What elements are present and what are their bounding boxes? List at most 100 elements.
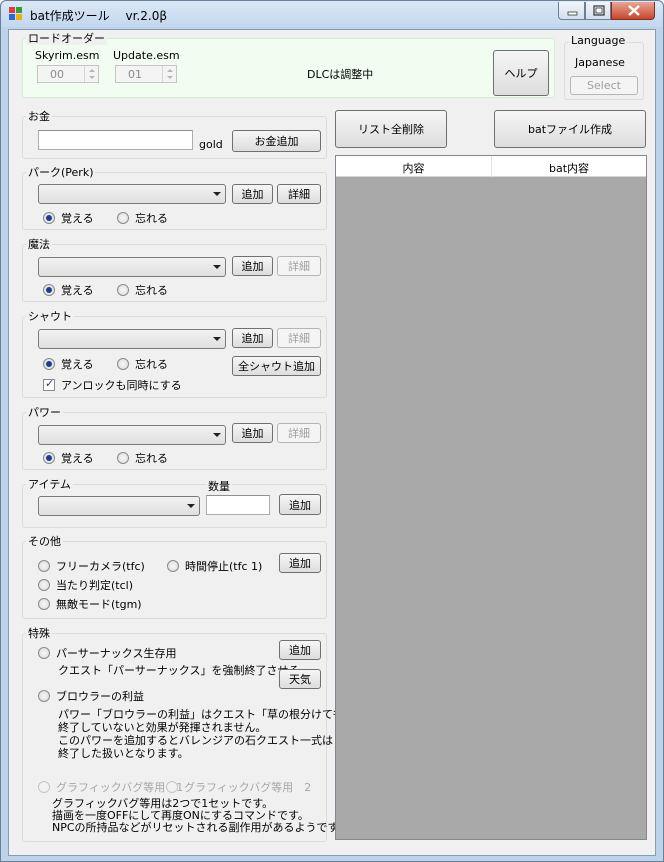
graphic-bug-1-radio[interactable]	[38, 781, 50, 793]
time-stop-label: 時間停止(tfc 1)	[185, 560, 263, 573]
paarthurnax-desc: クエスト「パーサーナックス」を強制終了させる。	[58, 664, 311, 677]
time-stop-radio[interactable]	[167, 560, 179, 572]
add-all-shouts-button[interactable]: 全シャウト追加	[232, 356, 321, 376]
column-header-content[interactable]: 内容	[336, 160, 491, 176]
collision-radio[interactable]	[38, 579, 50, 591]
special-add-button[interactable]: 追加	[279, 640, 321, 660]
gold-unit: gold	[199, 138, 223, 151]
power-add-button[interactable]: 追加	[232, 423, 273, 443]
magic-forget-label: 忘れる	[135, 284, 168, 297]
title-bar[interactable]: bat作成ツール vr.2.0β	[1, 1, 663, 27]
perk-label: パーク(Perk)	[26, 166, 96, 179]
magic-learn-radio[interactable]	[43, 284, 55, 296]
power-dropdown[interactable]	[38, 425, 226, 445]
shout-detail-button[interactable]: 詳細	[277, 328, 321, 348]
chevron-down-icon	[187, 504, 195, 508]
perk-forget-radio[interactable]	[117, 212, 129, 224]
gold-label: お金	[26, 110, 52, 123]
chevron-down-icon	[213, 265, 221, 269]
graphic-bug-desc: グラフィックバグ等用は2つで1セットです。 描画を一度OFFにして再度ONにする…	[52, 797, 349, 834]
item-label: アイテム	[26, 478, 73, 491]
create-bat-button[interactable]: batファイル作成	[494, 110, 646, 148]
graphic-bug-1-label: グラフィックバグ等用 1	[56, 781, 184, 794]
free-camera-radio[interactable]	[38, 560, 50, 572]
dlc-note: DLCは調整中	[307, 68, 374, 81]
perk-learn-radio[interactable]	[43, 212, 55, 224]
shout-dropdown[interactable]	[38, 329, 226, 349]
perk-learn-label: 覚える	[61, 212, 94, 225]
main-form: ロードオーダー Skyrim.esm 00 Update.esm 01 DLCは…	[8, 29, 656, 856]
free-camera-label: フリーカメラ(tfc)	[56, 560, 145, 573]
chevron-down-icon	[213, 192, 221, 196]
command-list[interactable]: 内容 bat内容	[335, 155, 647, 840]
app-window: bat作成ツール vr.2.0β ロードオーダー Skyrim.esm 00 U…	[0, 0, 664, 862]
language-select-button[interactable]: Select	[570, 76, 638, 95]
spinner-arrows-icon	[84, 66, 98, 82]
magic-label: 魔法	[26, 238, 52, 251]
shout-label: シャウト	[26, 310, 74, 323]
brawler-radio[interactable]	[38, 690, 50, 702]
shout-add-button[interactable]: 追加	[232, 328, 273, 348]
chevron-down-icon	[213, 433, 221, 437]
shout-unlock-label: アンロックも同時にする	[61, 379, 182, 392]
update-esm-label: Update.esm	[113, 49, 180, 62]
gold-input[interactable]	[38, 130, 193, 150]
load-order-label: ロードオーダー	[26, 32, 107, 45]
clear-all-button[interactable]: リスト全削除	[335, 110, 447, 148]
god-mode-label: 無敵モード(tgm)	[56, 598, 142, 611]
brawler-label: ブロウラーの利益	[56, 690, 144, 703]
shout-unlock-checkbox[interactable]	[43, 377, 55, 391]
column-header-bat-content[interactable]: bat内容	[492, 160, 646, 176]
perk-forget-label: 忘れる	[135, 212, 168, 225]
perk-dropdown[interactable]	[38, 184, 226, 204]
add-gold-button[interactable]: お金追加	[232, 130, 321, 152]
maximize-icon	[593, 5, 605, 16]
skyrim-esm-spinner[interactable]: 00	[37, 65, 99, 83]
chevron-down-icon	[213, 337, 221, 341]
brawler-desc: パワー「ブロウラーの利益」はクエスト「草の根分けても」が 終了していないと効果が…	[58, 708, 366, 760]
graphic-bug-2-label: グラフィックバグ等用 2	[184, 781, 312, 794]
load-order-group	[22, 38, 555, 98]
minimize-icon	[567, 11, 578, 16]
paarthurnax-label: パーサーナックス生存用	[56, 647, 177, 660]
magic-forget-radio[interactable]	[117, 284, 129, 296]
update-esm-spinner[interactable]: 01	[115, 65, 177, 83]
graphic-bug-2-radio[interactable]	[166, 781, 178, 793]
perk-add-button[interactable]: 追加	[232, 184, 273, 204]
close-icon	[628, 5, 640, 16]
magic-detail-button[interactable]: 詳細	[277, 256, 321, 276]
language-label: Language	[569, 34, 628, 47]
power-learn-radio[interactable]	[43, 452, 55, 464]
perk-detail-button[interactable]: 詳細	[277, 184, 321, 204]
power-label: パワー	[26, 406, 63, 419]
paarthurnax-radio[interactable]	[38, 647, 50, 659]
magic-dropdown[interactable]	[38, 257, 226, 277]
spinner-arrows-icon	[162, 66, 176, 82]
shout-learn-radio[interactable]	[43, 358, 55, 370]
magic-add-button[interactable]: 追加	[232, 256, 273, 276]
quantity-input[interactable]	[206, 495, 270, 515]
close-button[interactable]	[611, 2, 655, 20]
magic-learn-label: 覚える	[61, 284, 94, 297]
skyrim-esm-label: Skyrim.esm	[35, 49, 100, 62]
power-learn-label: 覚える	[61, 452, 94, 465]
collision-label: 当たり判定(tcl)	[56, 579, 133, 592]
item-dropdown[interactable]	[38, 496, 200, 516]
quantity-label: 数量	[206, 480, 232, 493]
power-forget-label: 忘れる	[135, 452, 168, 465]
maximize-button[interactable]	[585, 2, 611, 20]
god-mode-radio[interactable]	[38, 598, 50, 610]
minimize-button[interactable]	[558, 2, 585, 20]
power-detail-button[interactable]: 詳細	[277, 423, 321, 443]
other-label: その他	[26, 535, 63, 548]
weather-button[interactable]: 天気	[279, 669, 321, 689]
shout-forget-radio[interactable]	[117, 358, 129, 370]
window-title: bat作成ツール vr.2.0β	[30, 9, 167, 23]
shout-learn-label: 覚える	[61, 358, 94, 371]
special-label: 特殊	[26, 627, 52, 640]
other-add-button[interactable]: 追加	[279, 553, 321, 573]
item-add-button[interactable]: 追加	[279, 494, 321, 515]
help-button[interactable]: ヘルプ	[493, 50, 549, 96]
language-value: Japanese	[575, 56, 625, 69]
power-forget-radio[interactable]	[117, 452, 129, 464]
